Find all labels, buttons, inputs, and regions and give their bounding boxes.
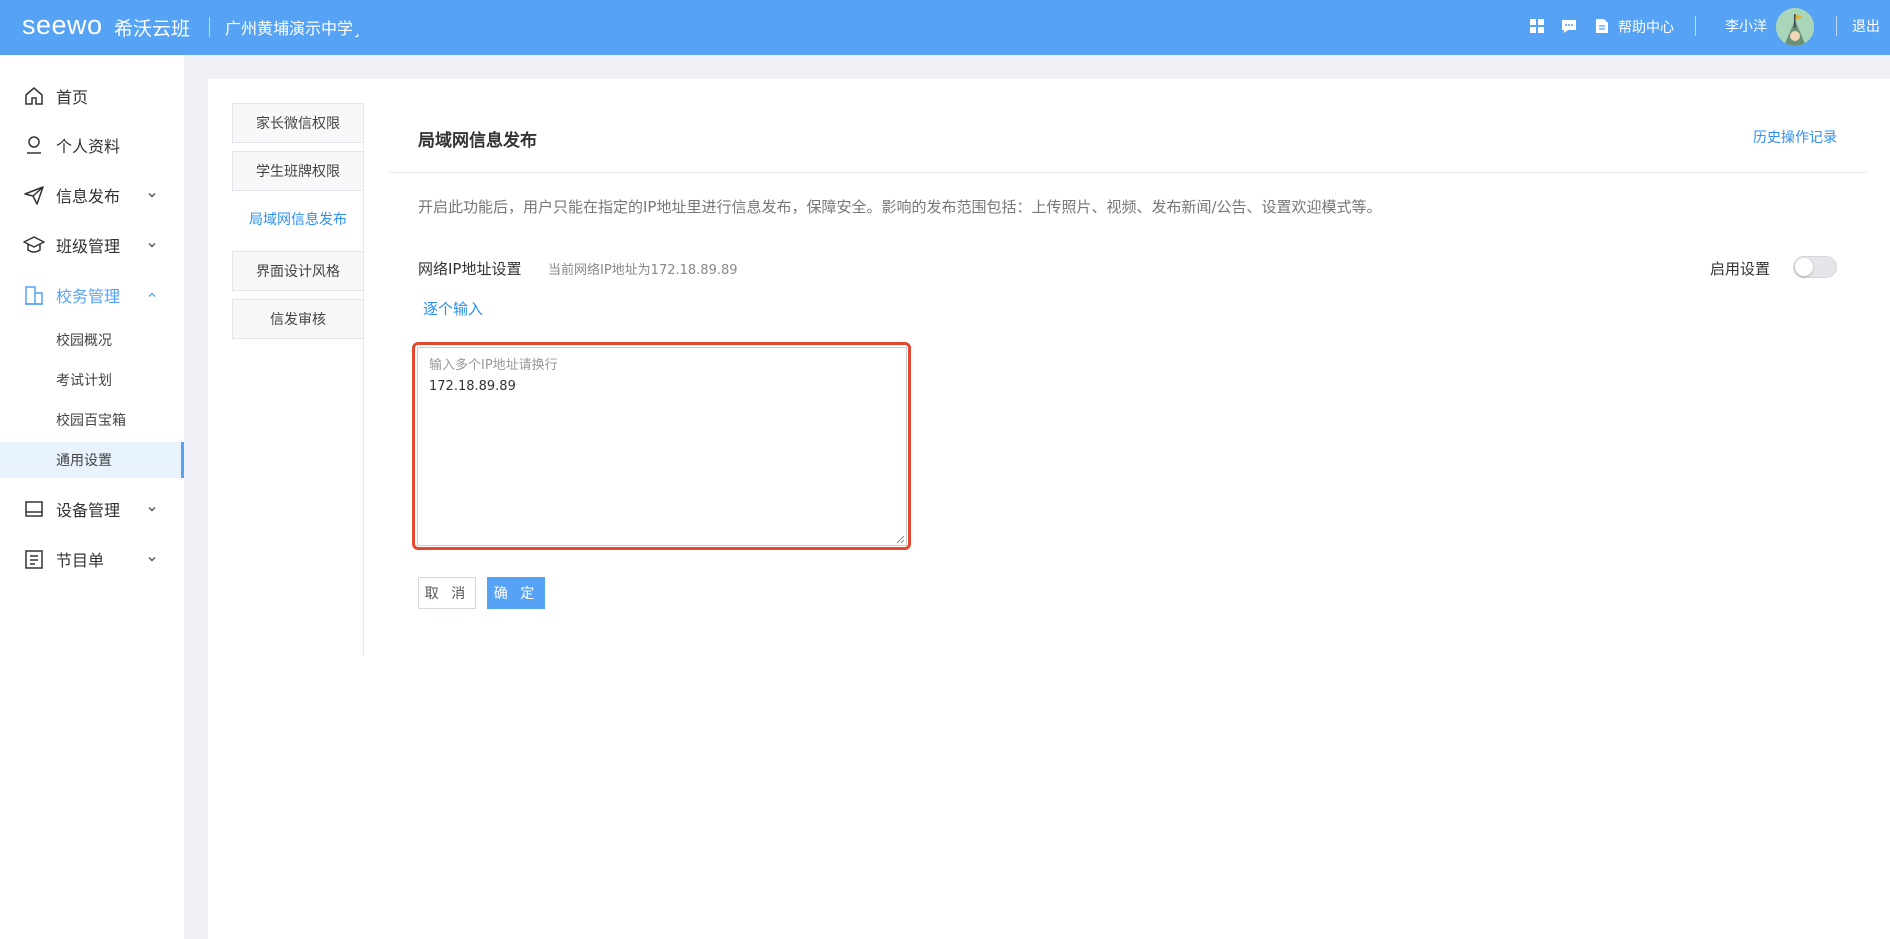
sidebar-subitem-exam-plan[interactable]: 考试计划	[0, 362, 184, 398]
single-input-link[interactable]: 逐个输入	[423, 298, 483, 319]
history-log-link[interactable]: 历史操作记录	[1753, 127, 1837, 147]
chevron-up-icon	[148, 292, 156, 297]
sidebar-item-label: 班级管理	[56, 237, 121, 256]
sidebar-item-publish[interactable]: 信息发布	[0, 172, 184, 218]
header-divider	[1836, 16, 1837, 36]
tab-parent-wechat-permission[interactable]: 家长微信权限	[232, 103, 364, 143]
avatar-image-icon	[1776, 8, 1814, 46]
sidebar-item-label: 设备管理	[56, 501, 121, 520]
chevron-down-icon	[148, 557, 156, 562]
sidebar-item-home[interactable]: 首页	[0, 73, 184, 119]
product-name: 希沃云班	[114, 18, 191, 40]
ip-address-textarea[interactable]	[417, 347, 907, 546]
message-icon[interactable]	[1560, 17, 1578, 35]
sidebar-subitem-label: 通用设置	[56, 453, 112, 469]
logout-link[interactable]: 退出	[1852, 16, 1880, 36]
tab-ui-design-style[interactable]: 界面设计风格	[232, 251, 364, 291]
home-icon	[25, 87, 43, 105]
chevron-down-icon	[148, 193, 156, 198]
sidebar-item-label: 首页	[56, 88, 89, 107]
resize-grip-icon[interactable]	[896, 535, 905, 544]
tab-lan-publish[interactable]: 局域网信息发布	[232, 199, 364, 239]
toggle-knob	[1795, 258, 1813, 276]
tab-student-board-permission[interactable]: 学生班牌权限	[232, 151, 364, 191]
tab-publish-review[interactable]: 信发审核	[232, 299, 364, 339]
sidebar-item-class-management[interactable]: 班级管理	[0, 222, 184, 268]
sidebar-item-school-affairs[interactable]: 校务管理	[0, 272, 184, 318]
sidebar-item-program-list[interactable]: 节目单	[0, 536, 184, 582]
brand-logo[interactable]: seewo	[22, 10, 103, 41]
feature-description: 开启此功能后，用户只能在指定的IP地址里进行信息发布，保障安全。影响的发布范围包…	[418, 198, 1382, 216]
chevron-down-icon	[148, 507, 156, 512]
sidebar-item-label: 个人资料	[56, 137, 121, 156]
sidebar-item-label: 信息发布	[56, 187, 121, 206]
enable-setting-label: 启用设置	[1710, 260, 1771, 278]
sidebar-subitem-label: 校园概况	[56, 333, 112, 349]
avatar[interactable]	[1776, 8, 1814, 46]
sidebar-subitem-campus-overview[interactable]: 校园概况	[0, 322, 184, 358]
top-header: seewo 希沃云班 广州黄埔演示中学¸ 帮助中心 李小洋 退出	[0, 0, 1890, 55]
panel-divider	[389, 172, 1867, 173]
sidebar-item-label: 节目单	[56, 551, 105, 570]
header-divider	[1695, 16, 1696, 36]
sidebar-subitem-campus-toolbox[interactable]: 校园百宝箱	[0, 402, 184, 438]
cancel-button[interactable]: 取 消	[418, 577, 476, 609]
school-name[interactable]: 广州黄埔演示中学¸	[225, 15, 361, 39]
sidebar-subitem-label: 校园百宝箱	[56, 413, 126, 429]
sidebar-item-label: 校务管理	[56, 287, 121, 306]
tabs-divider	[363, 103, 364, 656]
textarea-placeholder: 输入多个IP地址请换行	[429, 358, 558, 373]
current-ip-hint: 当前网络IP地址为172.18.89.89	[548, 263, 738, 278]
graduation-cap-icon	[23, 236, 45, 253]
monitor-icon	[25, 501, 43, 517]
textarea-value: 172.18.89.89	[429, 379, 516, 394]
sidebar-subitem-label: 考试计划	[56, 373, 112, 389]
ip-setting-label: 网络IP地址设置	[418, 260, 522, 278]
page-title: 局域网信息发布	[418, 131, 537, 151]
apps-grid-icon[interactable]	[1528, 17, 1546, 35]
document-icon	[25, 550, 43, 569]
document-help-icon[interactable]	[1593, 17, 1611, 35]
sidebar-item-device-management[interactable]: 设备管理	[0, 486, 184, 532]
building-icon	[25, 286, 43, 305]
send-icon	[24, 186, 44, 205]
chevron-down-icon	[148, 243, 156, 248]
sidebar-subitem-general-settings[interactable]: 通用设置	[0, 442, 184, 478]
user-icon	[27, 136, 41, 154]
confirm-button[interactable]: 确 定	[487, 577, 545, 609]
help-center-link[interactable]: 帮助中心	[1618, 17, 1674, 37]
enable-toggle[interactable]	[1793, 256, 1837, 278]
header-divider	[209, 17, 210, 37]
user-name[interactable]: 李小洋	[1725, 16, 1767, 36]
sidebar-item-profile[interactable]: 个人资料	[0, 122, 184, 168]
